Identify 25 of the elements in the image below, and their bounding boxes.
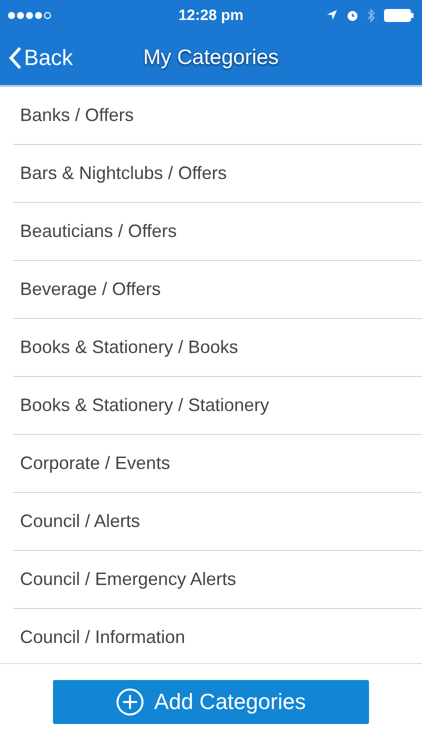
location-arrow-icon [326,9,338,21]
add-categories-button[interactable]: Add Categories [53,680,369,724]
battery-icon [384,8,414,22]
category-row[interactable]: Council / Alerts [13,493,422,551]
signal-dot-icon [26,12,33,18]
screen-title: My Categories [143,46,279,70]
plus-circle-icon [116,688,144,716]
signal-dot-icon [17,12,24,18]
category-row[interactable]: Books & Stationery / Books [13,319,422,377]
signal-dot-icon [44,12,51,18]
category-row[interactable]: Council / Emergency Alerts [13,551,422,609]
status-time: 12:28 pm [178,6,244,24]
bluetooth-icon [367,8,376,22]
category-row[interactable]: Corporate / Events [13,435,422,493]
category-row[interactable]: Banks / Offers [13,87,422,145]
category-row[interactable]: Books & Stationery / Stationery [13,377,422,435]
category-row[interactable]: Bars & Nightclubs / Offers [13,145,422,203]
chevron-left-icon [8,46,22,70]
category-row[interactable]: Beverage / Offers [13,261,422,319]
signal-dot-icon [35,12,42,18]
category-row[interactable]: Council / Information [13,609,422,663]
alarm-clock-icon [346,8,359,22]
back-button[interactable]: Back [0,44,73,70]
signal-dot-icon [8,12,15,18]
category-row[interactable]: Beauticians / Offers [13,203,422,261]
